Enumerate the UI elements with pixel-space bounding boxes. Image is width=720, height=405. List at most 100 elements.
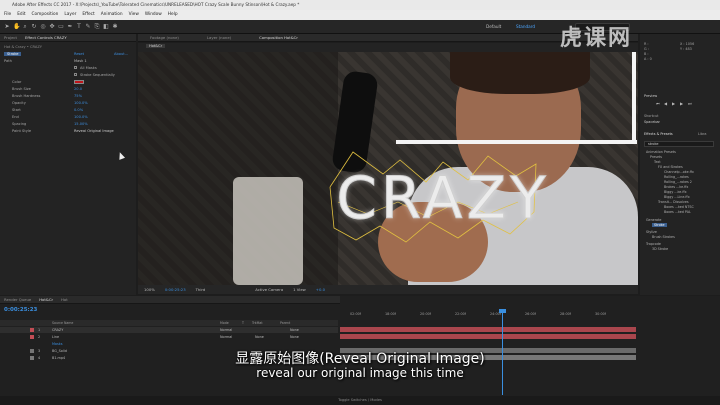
comp-nav-chip[interactable]: Hot&Cr (146, 44, 166, 48)
exposure-value[interactable]: +0.0 (316, 285, 325, 294)
param-end[interactable]: End 100.0% (4, 114, 132, 120)
workspace-default[interactable]: Default (486, 24, 501, 29)
param-path[interactable]: Path Mask 1 (4, 58, 132, 64)
fx-tree-item[interactable]: 3D Stroke (652, 247, 668, 251)
tab-composition[interactable]: Composition Hot&Cr (259, 34, 298, 41)
rotate-tool-icon[interactable]: ↻ (31, 24, 37, 30)
col-source-name[interactable]: Source Name (52, 320, 73, 326)
col-parent[interactable]: Parent (280, 320, 290, 326)
stroke-effect-header[interactable]: Stroke Reset About... (4, 51, 132, 57)
tab-footage[interactable]: Footage (none) (150, 34, 179, 41)
param-brush-size[interactable]: Brush Size 20.0 (4, 86, 132, 92)
hand-tool-icon[interactable]: ✋ (13, 24, 20, 30)
fx-tree-item[interactable]: Channelp...oke.ffx (664, 170, 694, 174)
fx-tree-item[interactable]: Text (654, 160, 661, 164)
param-spacing[interactable]: Spacing 15.00% (4, 121, 132, 127)
fx-tree-item[interactable]: Brokes ...ke.ffx (664, 185, 688, 189)
toggle-switches-modes[interactable]: Toggle Switches / Modes (0, 396, 720, 405)
menu-view[interactable]: View (129, 10, 139, 20)
fx-tree-item[interactable]: Presets (650, 155, 662, 159)
fx-tree-item[interactable]: Trapcode (646, 242, 661, 246)
first-frame-icon[interactable]: ⏮ (656, 102, 661, 106)
clone-tool-icon[interactable]: ⎘ (94, 24, 100, 30)
fx-tree-item[interactable]: FX and Strokes (658, 165, 683, 169)
menu-effect[interactable]: Effect (82, 10, 94, 20)
tab-layer[interactable]: Layer (none) (207, 34, 231, 41)
pan-behind-tool-icon[interactable]: ✥ (49, 24, 55, 30)
tab-hot-comp[interactable]: Hot (61, 296, 68, 303)
next-frame-icon[interactable]: ▶ (680, 102, 685, 106)
pen-tool-icon[interactable]: ✒ (67, 24, 73, 30)
param-start[interactable]: Start 0.0% (4, 107, 132, 113)
menu-animation[interactable]: Animation (101, 10, 123, 20)
views-dropdown[interactable]: 1 View (293, 285, 306, 294)
fx-tree-item[interactable]: Stylize (646, 230, 657, 234)
fx-tree-item[interactable]: Generate (646, 218, 661, 222)
prev-frame-icon[interactable]: ◀ (664, 102, 669, 106)
fx-tree-item[interactable]: Brush Strokes (652, 235, 675, 239)
menu-file[interactable]: File (4, 10, 11, 20)
brush-tool-icon[interactable]: ✎ (85, 24, 91, 30)
timeline-layer-row[interactable]: 1 CRAZY Normal None (0, 327, 338, 333)
info-b: B : (644, 52, 649, 56)
zoom-tool-icon[interactable]: ⌕ (22, 24, 28, 30)
fx-tree-item[interactable]: Transit... Dissolves (658, 200, 689, 204)
tab-effects-presets[interactable]: Effects & Presets (644, 132, 673, 136)
about-link[interactable]: About... (114, 51, 128, 57)
tab-render-queue[interactable]: Render Queue (4, 296, 31, 303)
composition-viewer[interactable]: CRAZY (138, 52, 638, 285)
preview-panel-title: Preview (644, 94, 658, 98)
menu-edit[interactable]: Edit (17, 10, 25, 20)
play-icon[interactable]: ▶ (672, 102, 677, 106)
param-paint-style[interactable]: Paint Style Reveal Original Image (4, 128, 132, 134)
checkbox-icon (74, 73, 77, 76)
layer-bar-line[interactable] (340, 334, 636, 339)
camera-dropdown[interactable]: Active Camera (255, 285, 283, 294)
col-mode[interactable]: Mode (220, 320, 229, 326)
timeline-layer-row[interactable]: 2 Line Normal None None (0, 334, 338, 340)
fx-tree-item[interactable]: Boxes ...ked PAL (664, 210, 691, 214)
effect-controls-panel: Project Effect Controls CRAZY Hot & Craz… (0, 34, 136, 295)
menu-bar: File Edit Composition Layer Effect Anima… (0, 10, 720, 20)
menu-composition[interactable]: Composition (32, 10, 59, 20)
effects-search-input[interactable]: stroke (644, 141, 714, 147)
timeline-tabs: Render Queue Hot&Cr Hot (0, 296, 340, 304)
timeline-mask-row[interactable]: Masks (0, 341, 338, 347)
fx-tree-item[interactable]: Biggy ...ke.ffx (664, 190, 687, 194)
puppet-tool-icon[interactable]: ✱ (112, 24, 118, 30)
param-opacity[interactable]: Opacity 100.0% (4, 100, 132, 106)
viewer-timecode[interactable]: 0:00:25:23 (165, 285, 186, 294)
tab-libraries[interactable]: Libra (698, 132, 706, 136)
param-color[interactable]: Color (4, 79, 132, 85)
param-all-masks[interactable]: All Masks (4, 65, 132, 71)
layer-bar-crazy[interactable] (340, 327, 636, 332)
fx-tree-item[interactable]: Rolling_...rokes 2 (664, 180, 692, 184)
fx-tree-item[interactable]: Animation Presets (646, 150, 676, 154)
menu-window[interactable]: Window (145, 10, 162, 20)
selection-tool-icon[interactable]: ➤ (4, 24, 10, 30)
param-stroke-sequentially[interactable]: Stroke Sequentially (4, 72, 132, 78)
rectangle-tool-icon[interactable]: ▭ (58, 24, 64, 30)
fx-tree-item[interactable]: Boxes ...ked NTSC (664, 205, 694, 209)
resolution-dropdown[interactable]: Third (196, 285, 206, 294)
timeline-timecode[interactable]: 0:00:25:23 (4, 307, 37, 313)
last-frame-icon[interactable]: ⏭ (688, 102, 693, 106)
menu-layer[interactable]: Layer (64, 10, 76, 20)
zoom-level[interactable]: 100% (144, 285, 155, 294)
fx-tree-item[interactable]: Rolling_...rokes (664, 175, 689, 179)
tab-hotcrazy-comp[interactable]: Hot&Cr (39, 296, 53, 303)
type-tool-icon[interactable]: T (76, 24, 82, 30)
tab-project[interactable]: Project (4, 34, 17, 41)
param-brush-hardness[interactable]: Brush Hardness 75% (4, 93, 132, 99)
fx-tree-item[interactable]: Biggy ...Line.ffx (664, 195, 690, 199)
tab-effect-controls[interactable]: Effect Controls CRAZY (25, 34, 67, 41)
reset-link[interactable]: Reset (74, 51, 84, 57)
eraser-tool-icon[interactable]: ◧ (103, 24, 109, 30)
camera-tool-icon[interactable]: ◎ (40, 24, 46, 30)
fx-tree-item-selected[interactable]: Stroke (652, 223, 667, 227)
workspace-standard[interactable]: Standard (516, 24, 535, 29)
menu-help[interactable]: Help (168, 10, 178, 20)
col-t[interactable]: T (242, 320, 244, 326)
col-trkmat[interactable]: TrkMat (252, 320, 263, 326)
shortcut-dropdown[interactable]: Spacebar (644, 120, 660, 124)
